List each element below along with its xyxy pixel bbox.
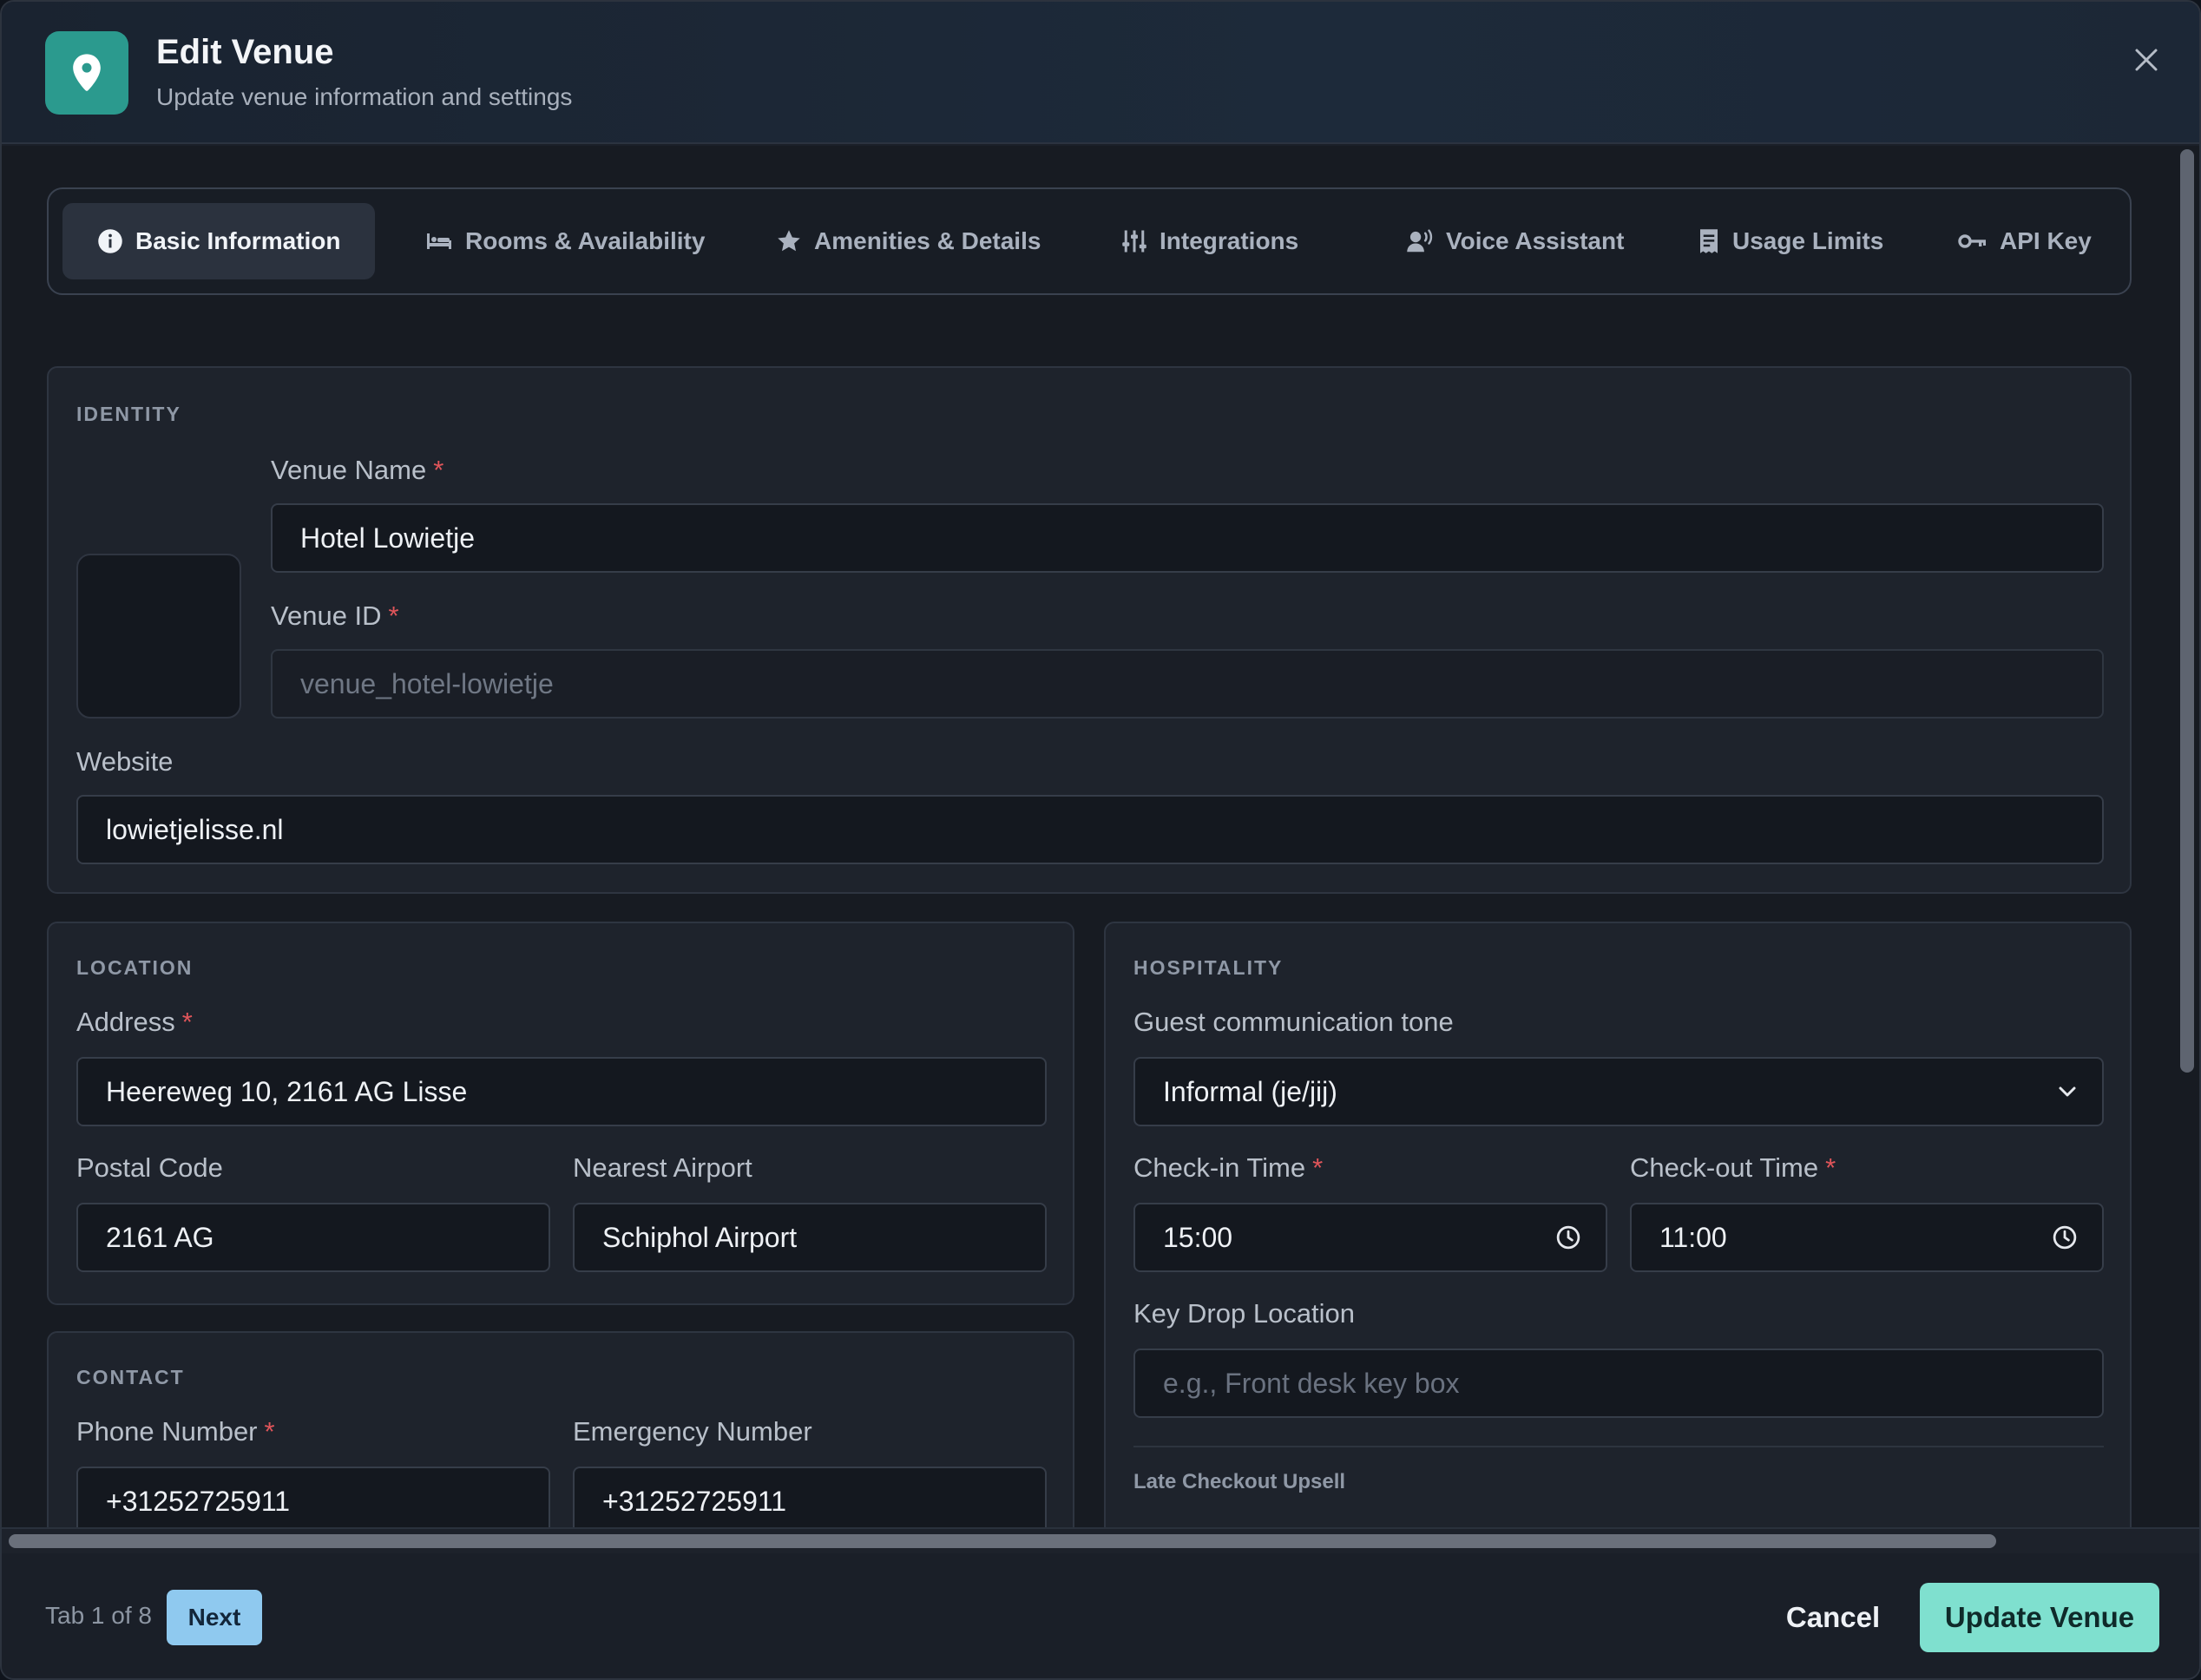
hospitality-section: HOSPITALITY Guest communication tone Inf… — [1104, 922, 2132, 1527]
dialog-title: Edit Venue — [156, 33, 334, 71]
address-input[interactable]: Heereweg 10, 2161 AG Lisse — [76, 1057, 1047, 1126]
clock-icon[interactable] — [2052, 1224, 2078, 1250]
tab-basic-information[interactable]: Basic Information — [62, 203, 376, 279]
key-icon — [1958, 234, 1986, 248]
horizontal-scrollbar[interactable] — [9, 1534, 1996, 1548]
dialog-body: Basic Information Rooms & Availability A… — [2, 146, 2178, 1527]
receipt-icon — [1700, 229, 1718, 253]
location-section: LOCATION Address * Heereweg 10, 2161 AG L… — [47, 922, 1074, 1305]
communication-tone-select[interactable]: Informal (je/jij) — [1133, 1057, 2104, 1126]
tab-label: Usage Limits — [1732, 227, 1884, 254]
check-in-time-input[interactable]: 15:00 — [1133, 1203, 1607, 1272]
tab-bar: Basic Information Rooms & Availability A… — [47, 187, 2132, 295]
section-title: IDENTITY — [76, 403, 181, 425]
postal-code-input[interactable]: 2161 AG — [76, 1203, 550, 1272]
emergency-number-input[interactable]: +31252725911 — [573, 1467, 1047, 1527]
edit-venue-dialog: Edit Venue Update venue information and … — [0, 0, 2201, 1680]
cancel-button[interactable]: Cancel — [1764, 1585, 1902, 1650]
sliders-icon — [1122, 230, 1146, 253]
check-out-time-label: Check-out Time * — [1630, 1152, 1836, 1183]
address-label: Address * — [76, 1007, 193, 1037]
venue-id-input[interactable]: venue_hotel-lowietje — [271, 649, 2104, 719]
phone-number-label: Phone Number * — [76, 1416, 275, 1447]
map-pin-icon — [45, 31, 128, 115]
close-icon — [2135, 49, 2158, 71]
vertical-scrollbar[interactable] — [2180, 149, 2194, 1073]
dialog-subtitle: Update venue information and settings — [156, 83, 573, 110]
tab-label: Voice Assistant — [1446, 227, 1625, 254]
check-in-time-label: Check-in Time * — [1133, 1152, 1324, 1183]
section-title: LOCATION — [76, 956, 194, 979]
website-input[interactable]: lowietjelisse.nl — [76, 795, 2104, 864]
contact-section: CONTACT Phone Number * +31252725911 Emerg… — [47, 1331, 1074, 1527]
check-out-time-input[interactable]: 11:00 — [1630, 1203, 2104, 1272]
section-title: HOSPITALITY — [1133, 956, 1284, 979]
venue-logo-upload[interactable] — [76, 554, 241, 719]
late-checkout-heading: Late Checkout Upsell — [1133, 1470, 1346, 1493]
postal-code-label: Postal Code — [76, 1152, 223, 1183]
tab-integrations[interactable]: Integrations — [1087, 203, 1333, 279]
key-drop-location-label: Key Drop Location — [1133, 1298, 1356, 1329]
star-icon — [778, 230, 800, 252]
emergency-number-label: Emergency Number — [573, 1416, 812, 1447]
dialog-footer: Tab 1 of 8 Next Cancel Update Venue — [2, 1553, 2199, 1678]
voice-icon — [1407, 229, 1433, 253]
dialog-header: Edit Venue Update venue information and … — [2, 2, 2199, 144]
tab-rooms-availability[interactable]: Rooms & Availability — [391, 203, 739, 279]
tab-voice-assistant[interactable]: Voice Assistant — [1371, 203, 1659, 279]
bed-icon — [427, 233, 451, 249]
tab-label: Integrations — [1160, 227, 1299, 254]
key-drop-location-input[interactable]: e.g., Front desk key box — [1133, 1349, 2104, 1418]
tab-locked[interactable] — [2130, 203, 2132, 279]
tab-label: API Key — [2000, 227, 2092, 254]
section-title: CONTACT — [76, 1366, 185, 1388]
close-button[interactable] — [2125, 38, 2168, 82]
update-venue-button[interactable]: Update Venue — [1920, 1583, 2159, 1652]
tab-label: Amenities & Details — [814, 227, 1041, 254]
next-button[interactable]: Next — [167, 1590, 262, 1645]
chevron-down-icon — [2057, 1085, 2078, 1099]
tab-usage-limits[interactable]: Usage Limits — [1663, 203, 1918, 279]
tab-label: Basic Information — [135, 227, 341, 254]
info-icon — [98, 229, 122, 253]
venue-id-label: Venue ID * — [271, 600, 399, 631]
section-divider — [1133, 1446, 2104, 1447]
tab-amenities-details[interactable]: Amenities & Details — [741, 203, 1075, 279]
tab-label: Rooms & Availability — [465, 227, 706, 254]
phone-number-input[interactable]: +31252725911 — [76, 1467, 550, 1527]
tab-counter: Tab 1 of 8 — [45, 1602, 152, 1629]
venue-name-label: Venue Name * — [271, 455, 444, 485]
nearest-airport-label: Nearest Airport — [573, 1152, 752, 1183]
identity-section: IDENTITY Venue Name * Hotel Lowietje Venu… — [47, 366, 2132, 894]
tab-api-key[interactable]: API Key — [1923, 203, 2126, 279]
communication-tone-label: Guest communication tone — [1133, 1007, 1454, 1037]
clock-icon[interactable] — [1555, 1224, 1581, 1250]
website-label: Website — [76, 746, 174, 777]
nearest-airport-input[interactable]: Schiphol Airport — [573, 1203, 1047, 1272]
venue-name-input[interactable]: Hotel Lowietje — [271, 503, 2104, 573]
